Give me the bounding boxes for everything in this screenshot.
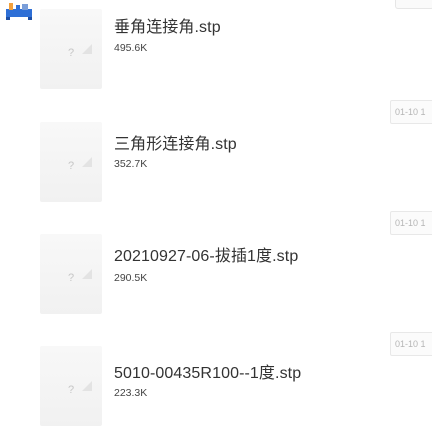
unknown-file-icon: ? [40, 122, 102, 202]
file-name[interactable]: 5010-00435R100--1度.stp [114, 359, 301, 383]
file-item[interactable]: ? 垂角连接角.stp 495.6K [0, 0, 432, 112]
file-size: 352.7K [114, 158, 148, 170]
date-badge: 01-10 1 [390, 211, 432, 235]
date-text: 01-10 1 [395, 107, 426, 117]
unknown-file-icon: ? [40, 9, 102, 89]
date-badge: 01-10 1 [390, 332, 432, 356]
date-badge: 01-10 1 [390, 100, 432, 124]
file-size: 223.3K [114, 387, 148, 399]
date-text: 01-10 1 [395, 218, 426, 228]
file-size: 290.5K [114, 272, 148, 284]
file-name[interactable]: 垂角连接角.stp [114, 13, 221, 37]
file-item[interactable]: ? 5010-00435R100--1度.stp 223.3K 01-10 1 [0, 332, 432, 448]
unknown-file-icon: ? [40, 234, 102, 314]
date-text: 01-10 1 [395, 339, 426, 349]
file-item[interactable]: ? 20210927-06-拔插1度.stp 290.5K 01-10 1 [0, 211, 432, 336]
file-name[interactable]: 20210927-06-拔插1度.stp [114, 242, 298, 266]
file-size: 495.6K [114, 42, 148, 54]
file-item[interactable]: ? 三角形连接角.stp 352.7K 01-10 1 [0, 100, 432, 224]
file-name[interactable]: 三角形连接角.stp [114, 130, 237, 154]
unknown-file-icon: ? [40, 346, 102, 426]
file-list: ? 垂角连接角.stp 495.6K ? 三角形连接角.stp 352.7K 0… [0, 0, 432, 448]
